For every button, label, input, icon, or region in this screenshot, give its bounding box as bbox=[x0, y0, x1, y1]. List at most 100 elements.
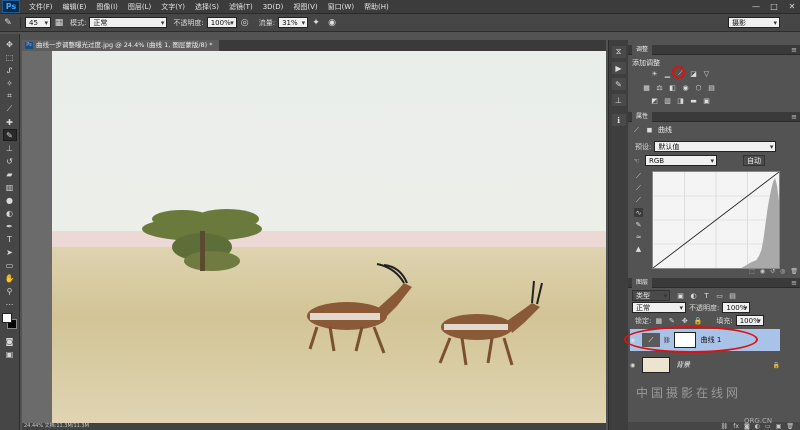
black-point-eyedropper-icon[interactable]: ⟋ bbox=[634, 172, 643, 181]
document-tab[interactable]: Ps 曲线一步调整曝光过度.jpg @ 24.4% (曲线 1, 图层蒙版/8)… bbox=[22, 40, 219, 51]
menu-3d[interactable]: 3D(D) bbox=[258, 3, 289, 11]
clipping-warning-icon[interactable]: ▲ bbox=[634, 244, 643, 253]
actions-panel-icon[interactable]: ▶ bbox=[611, 62, 626, 74]
pencil-curve-icon[interactable]: ✎ bbox=[634, 220, 643, 229]
menu-image[interactable]: 图像(I) bbox=[91, 2, 123, 12]
layer-row-background[interactable]: ◉ 背景 🔒 bbox=[630, 354, 780, 376]
clone-source-icon[interactable]: ⊥ bbox=[611, 94, 626, 106]
lock-all-icon[interactable]: 🔒 bbox=[693, 316, 703, 325]
photo-filter-icon[interactable]: ◉ bbox=[681, 83, 690, 92]
posterize-icon[interactable]: ▥ bbox=[663, 96, 672, 105]
lasso-tool-icon[interactable]: ᔑ bbox=[3, 64, 17, 76]
photo-canvas[interactable] bbox=[52, 51, 606, 423]
move-tool-icon[interactable]: ✥ bbox=[3, 38, 17, 50]
crop-tool-icon[interactable]: ⌗ bbox=[3, 90, 17, 102]
flow-field[interactable]: 31% bbox=[278, 17, 309, 29]
color-swatches[interactable] bbox=[1, 313, 18, 329]
reset-icon[interactable]: ↺ bbox=[770, 268, 775, 275]
menu-help[interactable]: 帮助(H) bbox=[359, 2, 394, 12]
layers-tab[interactable]: 图层 bbox=[632, 278, 653, 288]
fx-icon[interactable]: fx bbox=[733, 423, 739, 430]
smooth-curve-icon[interactable]: ≈ bbox=[634, 232, 643, 241]
selective-color-icon[interactable]: ▣ bbox=[702, 96, 711, 105]
filter-shape-icon[interactable]: ▭ bbox=[715, 291, 724, 300]
brush-tool-preset-icon[interactable]: ✎ bbox=[2, 17, 14, 29]
color-balance-icon[interactable]: ⚖ bbox=[655, 83, 664, 92]
brush-tool-icon[interactable]: ✎ bbox=[2, 129, 17, 141]
menu-layer[interactable]: 图层(L) bbox=[123, 2, 156, 12]
layer-filter-select[interactable]: 类型 bbox=[632, 290, 670, 302]
quick-select-tool-icon[interactable]: ✧ bbox=[3, 77, 17, 89]
maximize-button[interactable]: □ bbox=[766, 1, 782, 13]
visibility-icon[interactable]: ◎ bbox=[780, 268, 785, 275]
gradient-map-icon[interactable]: ▬ bbox=[689, 96, 698, 105]
curve-point-tool-icon[interactable]: ∿ bbox=[634, 208, 643, 217]
clone-stamp-tool-icon[interactable]: ⊥ bbox=[3, 142, 17, 154]
brush-size-picker[interactable]: 45 bbox=[25, 17, 51, 29]
target-adjust-icon[interactable]: ☜ bbox=[632, 156, 641, 165]
brightness-icon[interactable]: ☀ bbox=[650, 69, 659, 78]
preset-select[interactable]: 默认值 bbox=[654, 141, 777, 153]
shape-tool-icon[interactable]: ▭ bbox=[3, 259, 17, 271]
zoom-tool-icon[interactable]: ⚲ bbox=[3, 285, 17, 297]
levels-icon[interactable]: ▁ bbox=[663, 69, 672, 78]
canvas-area[interactable] bbox=[22, 51, 606, 423]
menu-view[interactable]: 视图(V) bbox=[288, 2, 322, 12]
lock-position-icon[interactable]: ✥ bbox=[680, 316, 689, 325]
pen-tool-icon[interactable]: ✒ bbox=[3, 220, 17, 232]
panel-menu-icon[interactable]: ≡ bbox=[791, 112, 797, 122]
fill-field[interactable]: 100% bbox=[735, 315, 764, 327]
mask-icon[interactable]: ◼ bbox=[645, 126, 654, 135]
threshold-icon[interactable]: ◨ bbox=[676, 96, 685, 105]
exposure-icon[interactable]: ◪ bbox=[689, 69, 698, 78]
channel-select[interactable]: RGB bbox=[645, 155, 717, 167]
color-lookup-icon[interactable]: ▤ bbox=[707, 83, 716, 92]
extras-icon[interactable]: ⋯ bbox=[3, 298, 17, 310]
gradient-tool-icon[interactable]: ▥ bbox=[3, 181, 17, 193]
adjustments-tab[interactable]: 调整 bbox=[632, 45, 653, 55]
menu-filter[interactable]: 滤镜(T) bbox=[224, 2, 258, 12]
layer-opacity-field[interactable]: 100% bbox=[722, 302, 751, 314]
delete-layer-icon[interactable]: 🗑 bbox=[786, 423, 794, 430]
eyedropper-tool-icon[interactable]: ⟋ bbox=[3, 103, 17, 115]
history-panel-icon[interactable]: ⧖ bbox=[611, 46, 626, 58]
menu-select[interactable]: 选择(S) bbox=[190, 2, 224, 12]
filter-type-icon[interactable]: T bbox=[702, 291, 711, 300]
close-button[interactable]: ✕ bbox=[784, 1, 800, 13]
properties-tab[interactable]: 属性 bbox=[632, 112, 653, 122]
lock-transparent-icon[interactable]: ▦ bbox=[654, 316, 663, 325]
foreground-color-swatch[interactable] bbox=[1, 313, 12, 323]
new-layer-icon[interactable]: ▣ bbox=[776, 423, 782, 430]
quick-mask-icon[interactable]: ◙ bbox=[3, 335, 17, 347]
panel-menu-icon[interactable]: ≡ bbox=[791, 45, 797, 55]
panel-menu-icon[interactable]: ≡ bbox=[791, 278, 797, 288]
healing-brush-tool-icon[interactable]: ✚ bbox=[3, 116, 17, 128]
pressure-size-icon[interactable]: ◉ bbox=[326, 17, 338, 29]
white-point-eyedropper-icon[interactable]: ⟋ bbox=[634, 196, 643, 205]
hand-tool-icon[interactable]: ✋ bbox=[3, 272, 17, 284]
invert-icon[interactable]: ◩ bbox=[650, 96, 659, 105]
brush-panel-icon[interactable]: ▦ bbox=[53, 17, 65, 29]
info-panel-icon[interactable]: ℹ bbox=[611, 114, 626, 126]
black-white-icon[interactable]: ◧ bbox=[668, 83, 677, 92]
filter-adjustment-icon[interactable]: ◐ bbox=[689, 291, 698, 300]
eraser-tool-icon[interactable]: ▰ bbox=[3, 168, 17, 180]
dodge-tool-icon[interactable]: ◐ bbox=[3, 207, 17, 219]
airbrush-icon[interactable]: ✦ bbox=[310, 17, 322, 29]
curves-graph[interactable] bbox=[652, 171, 780, 269]
clip-to-layer-icon[interactable]: ⬚ bbox=[749, 268, 755, 275]
hue-saturation-icon[interactable]: ▦ bbox=[642, 83, 651, 92]
workspace-select[interactable]: 摄影 bbox=[728, 17, 780, 29]
blur-tool-icon[interactable]: ● bbox=[3, 194, 17, 206]
filter-pixel-icon[interactable]: ▣ bbox=[676, 291, 685, 300]
menu-edit[interactable]: 编辑(E) bbox=[58, 2, 92, 12]
screen-mode-icon[interactable]: ▣ bbox=[3, 348, 17, 360]
view-previous-icon[interactable]: ◉ bbox=[760, 268, 765, 275]
vibrance-icon[interactable]: ▽ bbox=[702, 69, 711, 78]
blend-mode-select[interactable]: 正常 bbox=[632, 302, 686, 314]
lock-pixels-icon[interactable]: ✎ bbox=[667, 316, 676, 325]
opacity-field[interactable]: 100% bbox=[206, 17, 237, 29]
pressure-opacity-icon[interactable]: ◎ bbox=[239, 17, 251, 29]
link-layers-icon[interactable]: ⛓ bbox=[721, 423, 729, 430]
type-tool-icon[interactable]: T bbox=[3, 233, 17, 245]
